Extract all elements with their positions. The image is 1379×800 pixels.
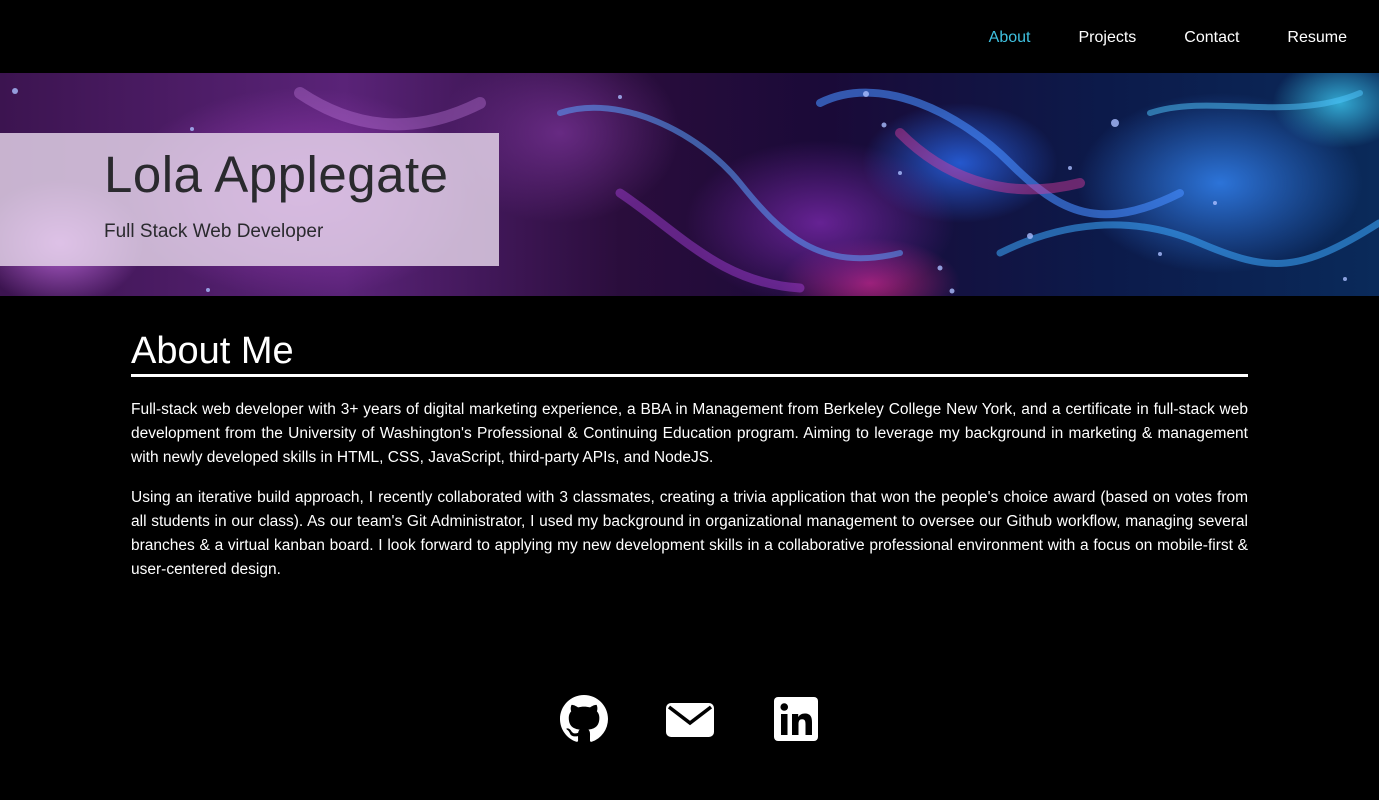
github-icon[interactable] (559, 695, 608, 743)
hero-title-card: Lola Applegate Full Stack Web Developer (0, 133, 499, 266)
nav-link-resume[interactable]: Resume (1287, 28, 1347, 47)
hero-role: Full Stack Web Developer (104, 221, 324, 242)
envelope-icon[interactable] (665, 695, 714, 743)
about-section: About Me Full-stack web developer with 3… (131, 330, 1248, 582)
about-paragraph: Using an iterative build approach, I rec… (131, 489, 1248, 578)
hero-name: Lola Applegate (104, 146, 449, 203)
about-paragraph: Full-stack web developer with 3+ years o… (131, 401, 1248, 466)
about-heading: About Me (131, 330, 1248, 377)
hero-banner: Lola Applegate Full Stack Web Developer (0, 73, 1379, 296)
linkedin-icon[interactable] (772, 695, 820, 743)
top-navigation: About Projects Contact Resume (0, 0, 1379, 73)
nav-link-contact[interactable]: Contact (1184, 28, 1239, 47)
nav-link-about[interactable]: About (989, 28, 1031, 47)
nav-list: About Projects Contact Resume (989, 28, 1347, 47)
nav-link-projects[interactable]: Projects (1078, 28, 1136, 47)
social-links (0, 695, 1379, 743)
